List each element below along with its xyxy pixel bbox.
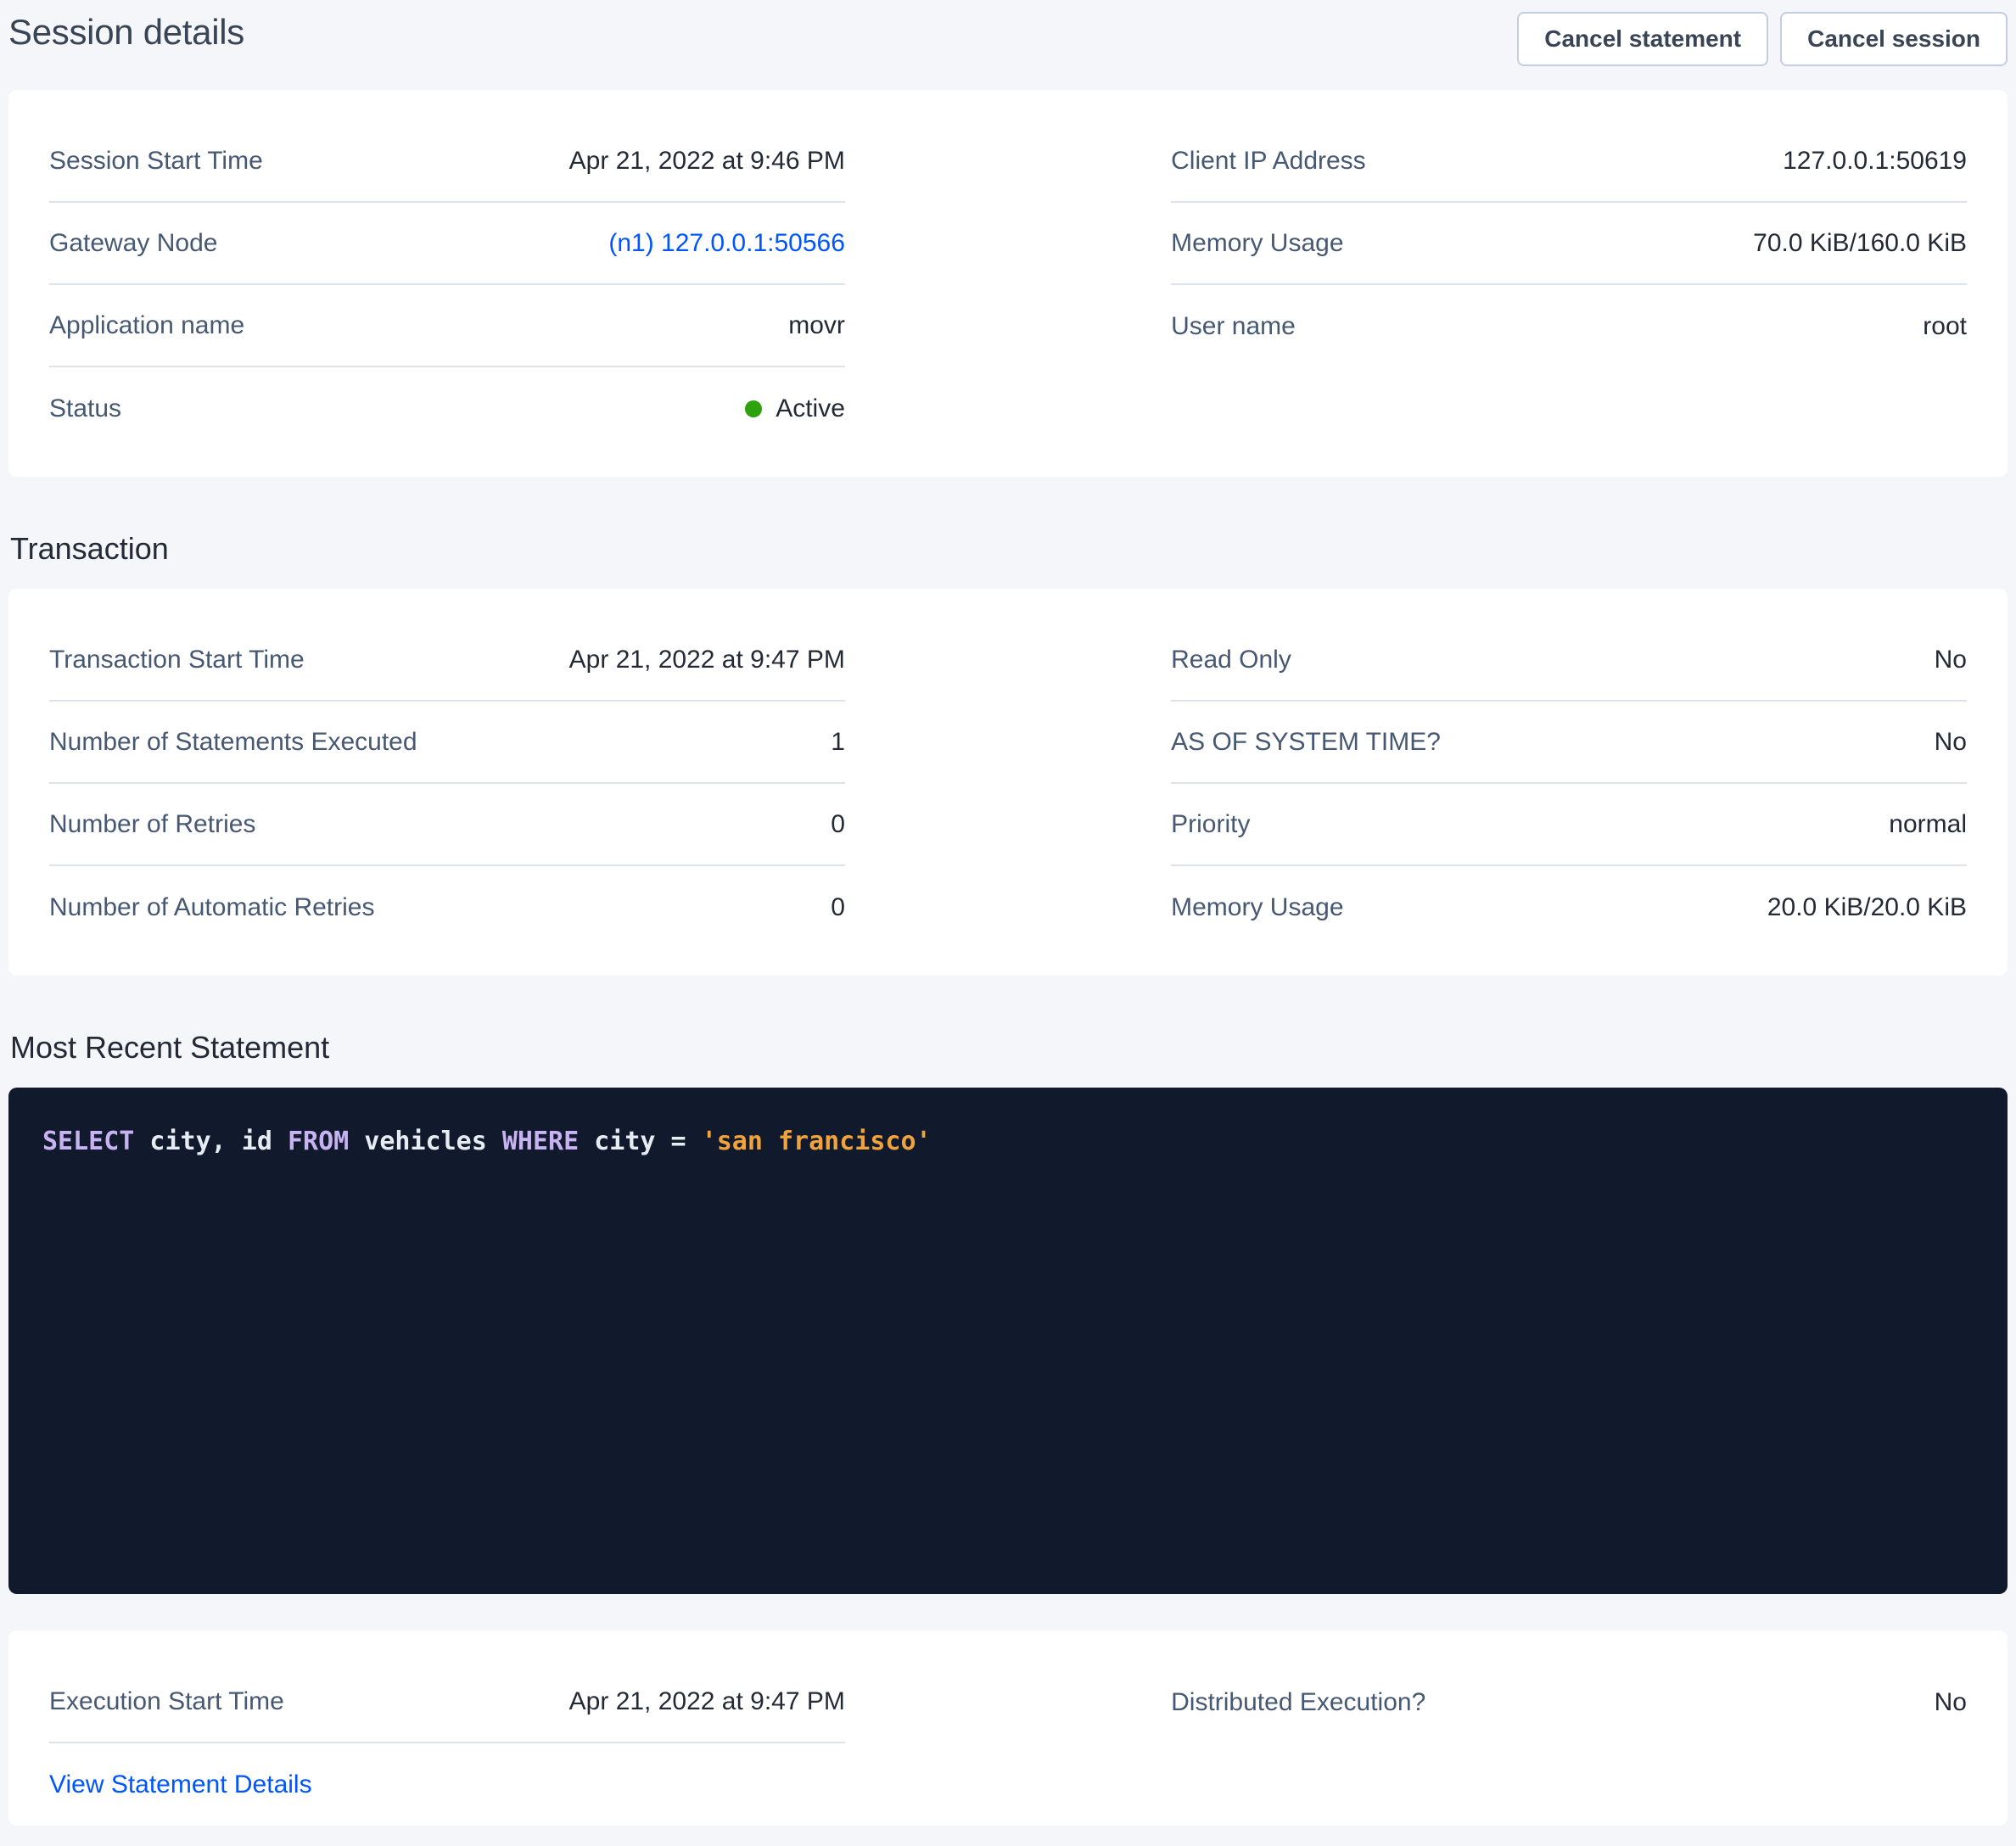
- user-name-row: User name root: [1171, 285, 1967, 367]
- transaction-section-heading: Transaction: [10, 531, 2008, 567]
- status-active-dot-icon: [745, 400, 762, 417]
- gateway-node-link[interactable]: (n1) 127.0.0.1:50566: [608, 229, 845, 258]
- sql-plain: vehicles: [349, 1127, 502, 1156]
- session-summary-card: Session Start Time Apr 21, 2022 at 9:46 …: [8, 90, 2008, 477]
- status-badge: Active: [745, 394, 845, 423]
- cancel-session-button[interactable]: Cancel session: [1780, 12, 2008, 66]
- session-memory-usage-row: Memory Usage 70.0 KiB/160.0 KiB: [1171, 203, 1967, 285]
- sql-plain: city, id: [134, 1127, 288, 1156]
- session-summary-right-column: Client IP Address 127.0.0.1:50619 Memory…: [1171, 120, 1967, 450]
- sql-string-literal: 'san francisco': [702, 1127, 932, 1156]
- statements-executed-label: Number of Statements Executed: [49, 728, 417, 757]
- execution-start-time-label: Execution Start Time: [49, 1687, 284, 1716]
- sql-keyword: WHERE: [502, 1127, 579, 1156]
- sql-keyword: SELECT: [42, 1127, 134, 1156]
- distributed-execution-label: Distributed Execution?: [1171, 1688, 1425, 1717]
- application-name-row: Application name movr: [49, 285, 845, 367]
- transaction-memory-usage-value: 20.0 KiB/20.0 KiB: [1767, 893, 1967, 922]
- execution-right-column: Distributed Execution? No: [1171, 1661, 1967, 1826]
- execution-start-time-row: Execution Start Time Apr 21, 2022 at 9:4…: [49, 1661, 845, 1743]
- transaction-start-time-label: Transaction Start Time: [49, 646, 305, 674]
- user-name-label: User name: [1171, 312, 1296, 341]
- client-ip-label: Client IP Address: [1171, 147, 1366, 176]
- page-header: Session details Cancel statement Cancel …: [0, 0, 2016, 90]
- session-memory-usage-value: 70.0 KiB/160.0 KiB: [1753, 229, 1967, 258]
- status-label: Status: [49, 394, 121, 423]
- session-start-time-row: Session Start Time Apr 21, 2022 at 9:46 …: [49, 120, 845, 203]
- statements-executed-row: Number of Statements Executed 1: [49, 702, 845, 784]
- transaction-left-column: Transaction Start Time Apr 21, 2022 at 9…: [49, 619, 845, 948]
- distributed-execution-value: No: [1935, 1688, 1967, 1717]
- cancel-statement-button[interactable]: Cancel statement: [1517, 12, 1768, 66]
- as-of-system-time-row: AS OF SYSTEM TIME? No: [1171, 702, 1967, 784]
- client-ip-value: 127.0.0.1:50619: [1783, 147, 1967, 176]
- read-only-value: No: [1935, 646, 1967, 674]
- retries-label: Number of Retries: [49, 810, 255, 839]
- user-name-value: root: [1923, 312, 1967, 341]
- transaction-card: Transaction Start Time Apr 21, 2022 at 9…: [8, 589, 2008, 976]
- sql-keyword: FROM: [288, 1127, 349, 1156]
- view-statement-details-link[interactable]: View Statement Details: [49, 1770, 312, 1799]
- sql-plain: city =: [579, 1127, 702, 1156]
- execution-left-column: Execution Start Time Apr 21, 2022 at 9:4…: [49, 1661, 845, 1826]
- read-only-label: Read Only: [1171, 646, 1291, 674]
- application-name-value: movr: [788, 311, 845, 340]
- session-start-time-label: Session Start Time: [49, 147, 263, 176]
- priority-value: normal: [1889, 810, 1967, 839]
- retries-value: 0: [831, 810, 845, 839]
- distributed-execution-row: Distributed Execution? No: [1171, 1661, 1967, 1743]
- read-only-row: Read Only No: [1171, 619, 1967, 702]
- retries-row: Number of Retries 0: [49, 784, 845, 866]
- automatic-retries-label: Number of Automatic Retries: [49, 893, 374, 922]
- page-title: Session details: [8, 12, 244, 53]
- client-ip-row: Client IP Address 127.0.0.1:50619: [1171, 120, 1967, 203]
- statements-executed-value: 1: [831, 728, 845, 757]
- gateway-node-label: Gateway Node: [49, 229, 217, 258]
- transaction-memory-usage-label: Memory Usage: [1171, 893, 1343, 922]
- gateway-node-row: Gateway Node (n1) 127.0.0.1:50566: [49, 203, 845, 285]
- session-summary-left-column: Session Start Time Apr 21, 2022 at 9:46 …: [49, 120, 845, 450]
- session-start-time-value: Apr 21, 2022 at 9:46 PM: [569, 147, 845, 176]
- transaction-start-time-row: Transaction Start Time Apr 21, 2022 at 9…: [49, 619, 845, 702]
- status-value: Active: [776, 394, 845, 423]
- priority-label: Priority: [1171, 810, 1250, 839]
- automatic-retries-value: 0: [831, 893, 845, 922]
- execution-card: Execution Start Time Apr 21, 2022 at 9:4…: [8, 1631, 2008, 1826]
- view-statement-details-row: View Statement Details: [49, 1743, 845, 1826]
- transaction-right-column: Read Only No AS OF SYSTEM TIME? No Prior…: [1171, 619, 1967, 948]
- status-row: Status Active: [49, 367, 845, 450]
- sql-statement-box: SELECT city, id FROM vehicles WHERE city…: [8, 1088, 2008, 1594]
- as-of-system-time-label: AS OF SYSTEM TIME?: [1171, 728, 1441, 757]
- header-actions: Cancel statement Cancel session: [1517, 12, 2008, 66]
- sql-statement-text: SELECT city, id FROM vehicles WHERE city…: [42, 1125, 1974, 1158]
- transaction-start-time-value: Apr 21, 2022 at 9:47 PM: [569, 646, 845, 674]
- application-name-label: Application name: [49, 311, 244, 340]
- session-memory-usage-label: Memory Usage: [1171, 229, 1343, 258]
- automatic-retries-row: Number of Automatic Retries 0: [49, 866, 845, 948]
- transaction-memory-usage-row: Memory Usage 20.0 KiB/20.0 KiB: [1171, 866, 1967, 948]
- most-recent-statement-heading: Most Recent Statement: [10, 1030, 2008, 1066]
- as-of-system-time-value: No: [1935, 728, 1967, 757]
- priority-row: Priority normal: [1171, 784, 1967, 866]
- execution-start-time-value: Apr 21, 2022 at 9:47 PM: [569, 1687, 845, 1716]
